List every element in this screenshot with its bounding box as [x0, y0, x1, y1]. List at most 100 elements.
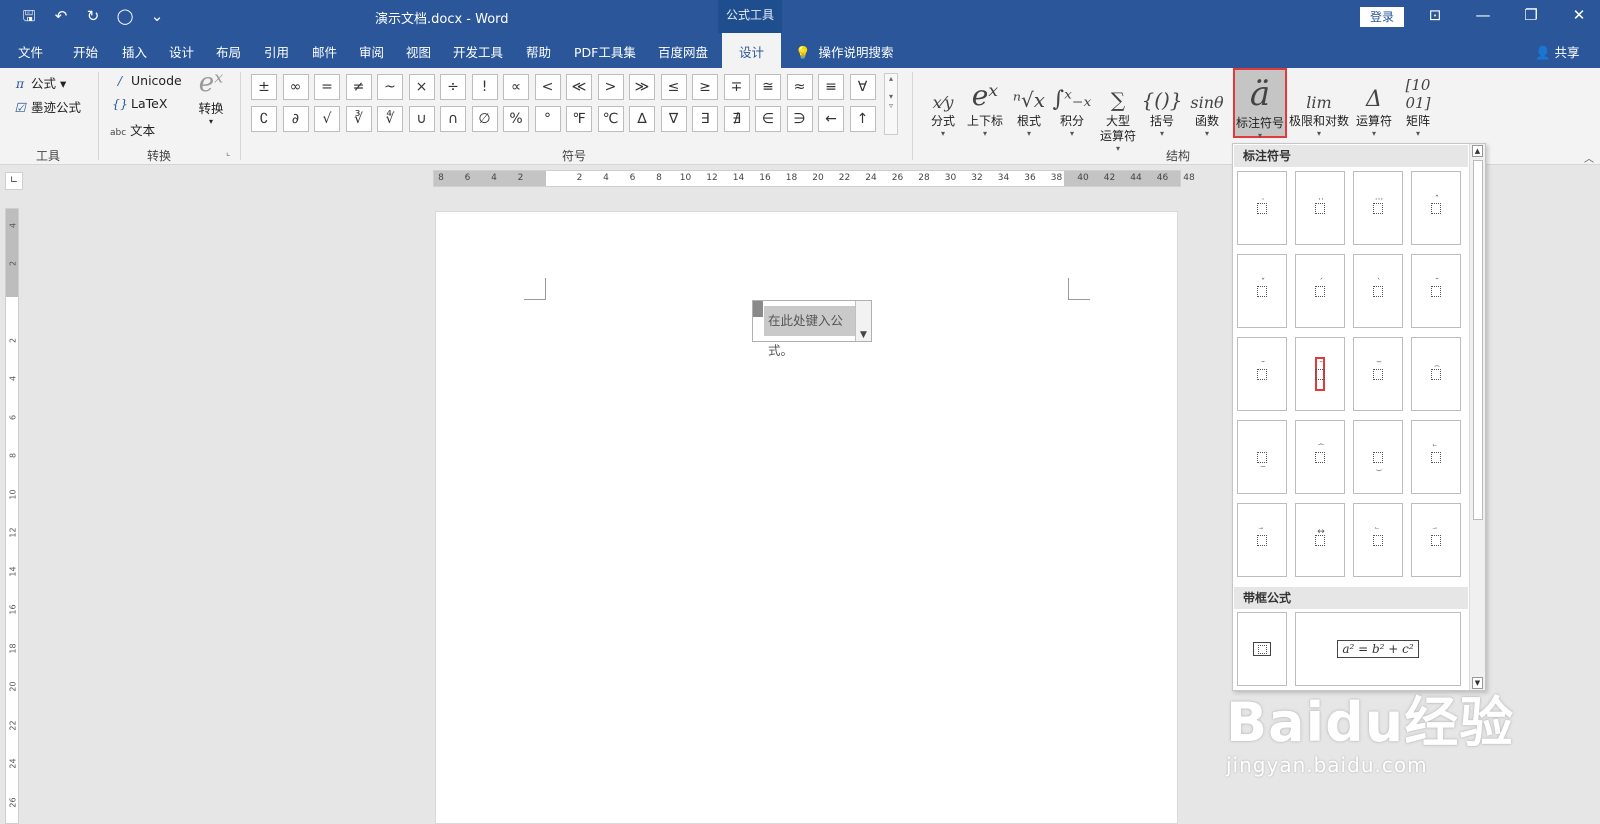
- redo-icon[interactable]: ↻: [82, 5, 104, 27]
- tab-12[interactable]: 百度网盘: [658, 42, 708, 61]
- accent-option[interactable]: ⌣: [1237, 420, 1287, 494]
- tab-2[interactable]: 插入: [122, 42, 147, 61]
- accent-option[interactable]: ⏞: [1295, 420, 1345, 494]
- symbol-button[interactable]: ∪: [408, 106, 435, 132]
- gallery-scrollbar[interactable]: ▲ ▼: [1469, 144, 1485, 690]
- symbol-button[interactable]: ∋: [786, 106, 813, 132]
- symbol-button[interactable]: ±: [251, 74, 277, 100]
- symbol-button[interactable]: ≫: [629, 74, 655, 100]
- undo-icon[interactable]: ↶: [50, 5, 72, 27]
- convert-button[interactable]: eˣ 转换 ▾: [194, 68, 228, 126]
- tab-9[interactable]: 开发工具: [453, 42, 503, 61]
- tell-me-search[interactable]: 💡 操作说明搜索: [795, 42, 894, 61]
- text-button[interactable]: abc 文本: [110, 120, 155, 139]
- accent-option[interactable]: ˆ: [1411, 171, 1461, 245]
- accent-option[interactable]: ···: [1353, 171, 1403, 245]
- symbol-button[interactable]: ℃: [597, 106, 624, 132]
- symbol-button[interactable]: ∆: [629, 106, 655, 132]
- circle-icon[interactable]: ◯: [114, 5, 136, 27]
- accent-option[interactable]: ⃖: [1411, 420, 1461, 494]
- accent-option[interactable]: ··: [1295, 171, 1345, 245]
- symbol-button[interactable]: %: [503, 106, 529, 132]
- equation-container[interactable]: 在此处键入公式。 ▼: [752, 300, 872, 358]
- symbol-button[interactable]: ∁: [251, 106, 277, 132]
- accent-option[interactable]: `: [1353, 254, 1403, 328]
- accent-option[interactable]: ⃑: [1411, 503, 1461, 577]
- restore-button[interactable]: ❐: [1516, 6, 1546, 24]
- unicode-button[interactable]: / Unicode: [112, 73, 182, 88]
- symbol-button[interactable]: ∛: [345, 106, 372, 132]
- accent-option[interactable]: ⃐: [1353, 503, 1403, 577]
- symbol-button[interactable]: <: [534, 74, 561, 100]
- equation-options-icon[interactable]: ▼: [855, 301, 871, 341]
- fraction-button[interactable]: x⁄y 分式 ▾: [924, 68, 962, 144]
- matrix-button[interactable]: [10 01] 矩阵 ▾: [1398, 68, 1438, 144]
- symbol-button[interactable]: =: [314, 74, 340, 100]
- accent-option[interactable]: ⃗: [1237, 503, 1287, 577]
- symbol-button[interactable]: ∃: [692, 106, 718, 132]
- symbol-button[interactable]: ∈: [755, 106, 781, 132]
- accent-option[interactable]: ´: [1295, 254, 1345, 328]
- document-page[interactable]: 在此处键入公式。 ▼: [435, 211, 1178, 824]
- symbol-button[interactable]: ≪: [566, 74, 592, 100]
- horizontal-ruler[interactable]: 8 6 4 2 2 4 6 8 10 12 14 16 18 20 22 24 26 28 30 32 34 36 38 40…: [433, 170, 1195, 187]
- minimize-button[interactable]: —: [1468, 6, 1498, 24]
- symbol-button[interactable]: ∜: [377, 106, 403, 132]
- accent-option[interactable]: ˜: [1237, 337, 1287, 411]
- symbol-button[interactable]: ÷: [440, 74, 466, 100]
- accent-option[interactable]: ⏟: [1353, 420, 1403, 494]
- share-button[interactable]: 👤 共享: [1535, 42, 1580, 61]
- accent-option[interactable]: ¯: [1295, 337, 1345, 411]
- large-operator-button[interactable]: ∑ 大型 运算符 ▾: [1092, 68, 1144, 153]
- symbol-button[interactable]: ~: [377, 74, 403, 100]
- symbol-button[interactable]: ℉: [566, 106, 592, 132]
- tab-11[interactable]: PDF工具集: [574, 42, 636, 61]
- symbol-button[interactable]: ×: [408, 74, 435, 100]
- radical-button[interactable]: ⁿ√x 根式 ▾: [1008, 68, 1050, 144]
- boxed-formula-empty[interactable]: [1237, 612, 1287, 686]
- accent-option[interactable]: ·: [1237, 171, 1287, 245]
- symbol-button[interactable]: ≅: [755, 74, 781, 100]
- symbol-button[interactable]: !: [471, 74, 498, 100]
- tab-0[interactable]: 文件: [18, 42, 43, 61]
- symbol-button[interactable]: √: [314, 106, 340, 132]
- symbol-button[interactable]: ≈: [786, 74, 813, 100]
- tab-equation-design[interactable]: 设计: [722, 33, 782, 68]
- boxed-formula-example[interactable]: a² = b² + c²: [1295, 612, 1461, 686]
- symbol-button[interactable]: >: [597, 74, 624, 100]
- customize-qat-icon[interactable]: ⌄: [146, 5, 168, 27]
- tab-3[interactable]: 设计: [169, 42, 194, 61]
- equation-button[interactable]: π 公式 ▾: [12, 73, 66, 92]
- symbol-button[interactable]: ∝: [503, 74, 529, 100]
- symbol-button[interactable]: ≥: [692, 74, 718, 100]
- tab-1[interactable]: 开始: [73, 42, 98, 61]
- symbol-button[interactable]: ∂: [282, 106, 309, 132]
- bracket-button[interactable]: {()} 括号 ▾: [1141, 68, 1182, 144]
- tab-6[interactable]: 邮件: [312, 42, 337, 61]
- integral-button[interactable]: ∫ˣ₋ₓ 积分 ▾: [1052, 68, 1092, 144]
- symbol-button[interactable]: ∞: [282, 74, 309, 100]
- latex-button[interactable]: {} LaTeX: [112, 96, 167, 111]
- symbol-gallery-scroll[interactable]: ▴ ▾ ▿: [884, 73, 898, 135]
- symbol-button[interactable]: ∀: [849, 74, 876, 100]
- script-button[interactable]: eˣ 上下标 ▾: [963, 68, 1007, 144]
- accent-option[interactable]: ⌢: [1411, 337, 1461, 411]
- accent-option[interactable]: ‾: [1353, 337, 1403, 411]
- tab-7[interactable]: 审阅: [359, 42, 384, 61]
- accent-option[interactable]: ˇ: [1237, 254, 1287, 328]
- scroll-thumb[interactable]: [1473, 160, 1483, 520]
- accent-option[interactable]: ↔: [1295, 503, 1345, 577]
- dialog-launcher-icon[interactable]: ⌞: [226, 148, 230, 158]
- function-button[interactable]: sinθ 函数 ▾: [1186, 68, 1228, 144]
- symbol-button[interactable]: ∓: [723, 74, 750, 100]
- accent-button[interactable]: ä 标注符号 ▾: [1233, 68, 1287, 140]
- symbol-button[interactable]: ∇: [660, 106, 687, 132]
- equation-drag-handle[interactable]: [753, 301, 763, 317]
- save-icon[interactable]: 🖫: [18, 5, 40, 27]
- scroll-up-icon[interactable]: ▲: [1472, 145, 1483, 157]
- symbol-button[interactable]: ∅: [471, 106, 498, 132]
- accent-option[interactable]: ˘: [1411, 254, 1461, 328]
- ribbon-display-options-icon[interactable]: ⊡: [1420, 6, 1450, 24]
- tab-10[interactable]: 帮助: [526, 42, 551, 61]
- collapse-ribbon-icon[interactable]: ︿: [1584, 150, 1594, 165]
